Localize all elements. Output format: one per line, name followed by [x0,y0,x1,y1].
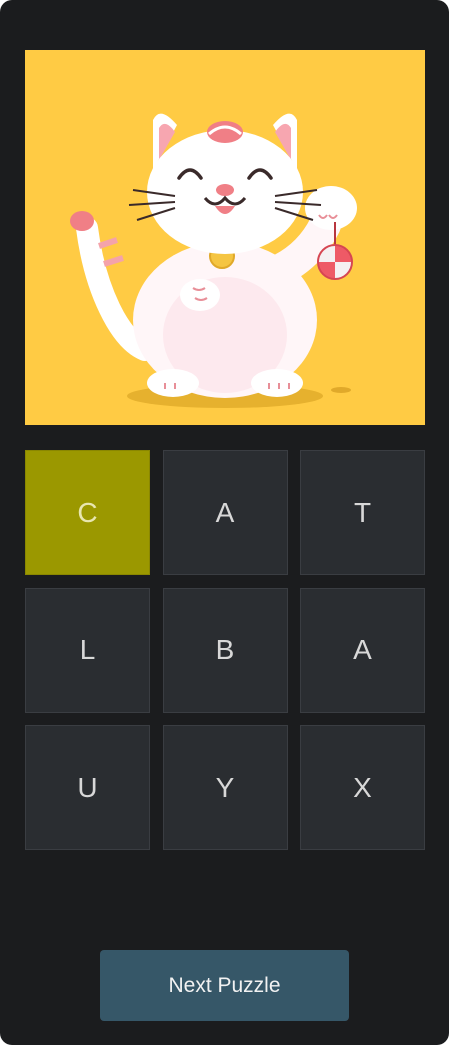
letter-tile[interactable]: C [25,450,150,575]
letter-tile[interactable]: L [25,587,150,713]
letter-tile[interactable]: B [162,587,288,713]
puzzle-image [25,50,425,425]
letter-tile[interactable]: X [300,725,425,850]
letter-tile[interactable]: A [300,587,425,713]
letter-tile[interactable]: Y [162,725,288,850]
letter-tile[interactable]: T [300,450,425,575]
letter-grid: C A T L B A U Y X [25,450,425,850]
lucky-cat-icon [70,113,357,408]
game-container: C A T L B A U Y X Next Puzzle [0,0,449,1045]
letter-tile[interactable]: A [162,450,288,575]
next-puzzle-button[interactable]: Next Puzzle [100,950,349,1021]
letter-tile[interactable]: U [25,725,150,850]
